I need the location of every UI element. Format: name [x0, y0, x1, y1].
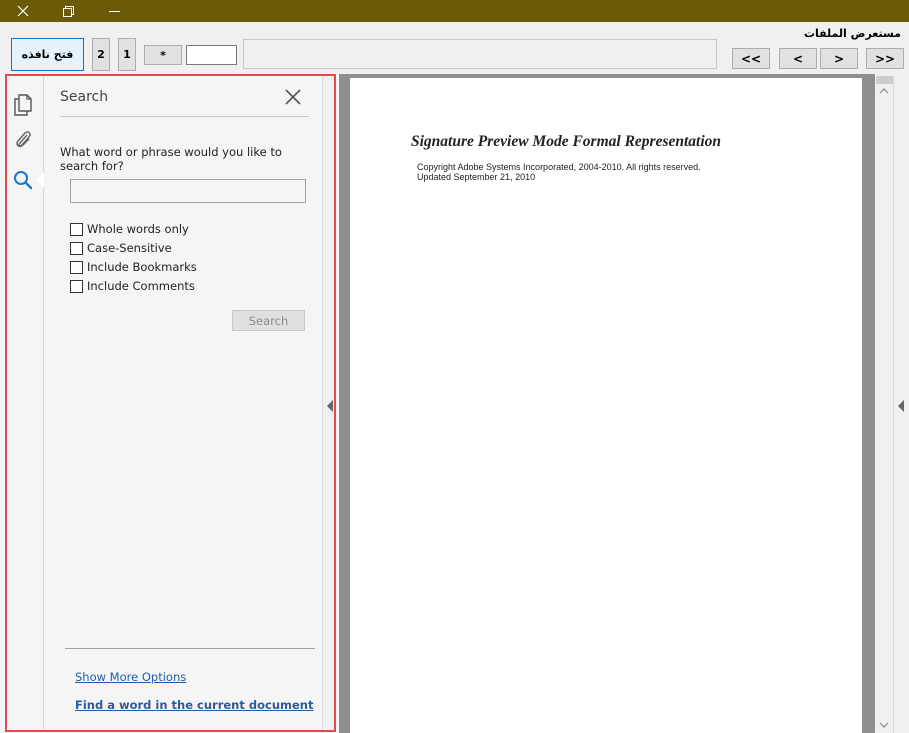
search-icon: [14, 171, 33, 190]
case-sensitive-checkbox[interactable]: [70, 241, 83, 255]
attachment-icon: [16, 131, 31, 148]
search-panel-button[interactable]: [11, 168, 35, 192]
star-button[interactable]: *: [144, 45, 182, 65]
file-path-field[interactable]: [243, 39, 717, 69]
include-bookmarks-checkbox[interactable]: [70, 260, 83, 274]
show-more-options-link[interactable]: Show More Options: [75, 670, 186, 684]
search-input[interactable]: [70, 179, 306, 203]
include-comments-option[interactable]: Include Comments: [70, 278, 195, 294]
active-tab-pointer: [36, 172, 44, 188]
include-comments-label: Include Comments: [87, 279, 195, 293]
page-thumbnails-button[interactable]: [11, 93, 35, 117]
last-page-button[interactable]: >>: [866, 48, 904, 69]
previous-page-button[interactable]: <: [779, 48, 817, 69]
vertical-scrollbar[interactable]: [876, 76, 893, 733]
document-page: Signature Preview Mode Formal Representa…: [350, 78, 862, 733]
restore-icon: [63, 5, 74, 17]
search-button[interactable]: Search: [232, 310, 305, 331]
pages-icon: [14, 94, 32, 116]
page-1-button[interactable]: 1: [118, 38, 136, 71]
close-search-pane-button[interactable]: [284, 88, 302, 106]
close-window-button[interactable]: [0, 0, 45, 22]
whole-words-label: Whole words only: [87, 222, 189, 236]
divider: [65, 648, 315, 649]
first-page-button[interactable]: <<: [732, 48, 770, 69]
divider: [60, 116, 309, 117]
search-pane: Search What word or phrase would you lik…: [44, 76, 322, 730]
minimize-window-button[interactable]: [92, 0, 137, 22]
search-pane-title: Search: [60, 89, 109, 105]
document-updated: Updated September 21, 2010: [417, 172, 536, 182]
expand-right-pane-arrow-icon[interactable]: [898, 400, 904, 412]
scroll-up-icon[interactable]: [879, 86, 889, 96]
case-sensitive-label: Case-Sensitive: [87, 241, 172, 255]
include-bookmarks-option[interactable]: Include Bookmarks: [70, 259, 197, 275]
next-page-button[interactable]: >: [820, 48, 858, 69]
page-2-button[interactable]: 2: [92, 38, 110, 71]
close-icon: [17, 5, 28, 17]
collapse-panel-arrow-icon[interactable]: [327, 400, 333, 412]
open-window-button[interactable]: فتح نافذه: [11, 38, 84, 71]
minimize-icon: [109, 10, 120, 12]
whole-words-option[interactable]: Whole words only: [70, 221, 189, 237]
whole-words-checkbox[interactable]: [70, 222, 83, 236]
app-title: مستعرض الملفات: [803, 27, 901, 40]
title-bar: [0, 0, 909, 22]
document-copyright: Copyright Adobe Systems Incorporated, 20…: [417, 162, 701, 172]
case-sensitive-option[interactable]: Case-Sensitive: [70, 240, 172, 256]
search-prompt: What word or phrase would you like to se…: [60, 145, 282, 173]
side-icon-bar: [7, 76, 44, 730]
attachments-button[interactable]: [11, 128, 35, 152]
toolbar: فتح نافذه 2 1 * مستعرض الملفات << < > >>: [0, 22, 909, 74]
include-bookmarks-label: Include Bookmarks: [87, 260, 197, 274]
find-word-link[interactable]: Find a word in the current document: [75, 698, 313, 712]
scrollbar-thumb[interactable]: [876, 76, 893, 84]
close-icon: [285, 89, 301, 105]
document-title: Signature Preview Mode Formal Representa…: [411, 133, 722, 150]
panel-splitter[interactable]: [322, 76, 336, 730]
restore-window-button[interactable]: [46, 0, 91, 22]
right-collapsed-pane[interactable]: [893, 76, 909, 733]
scroll-down-icon[interactable]: [879, 720, 889, 730]
include-comments-checkbox[interactable]: [70, 279, 83, 293]
page-number-input[interactable]: [186, 45, 237, 65]
